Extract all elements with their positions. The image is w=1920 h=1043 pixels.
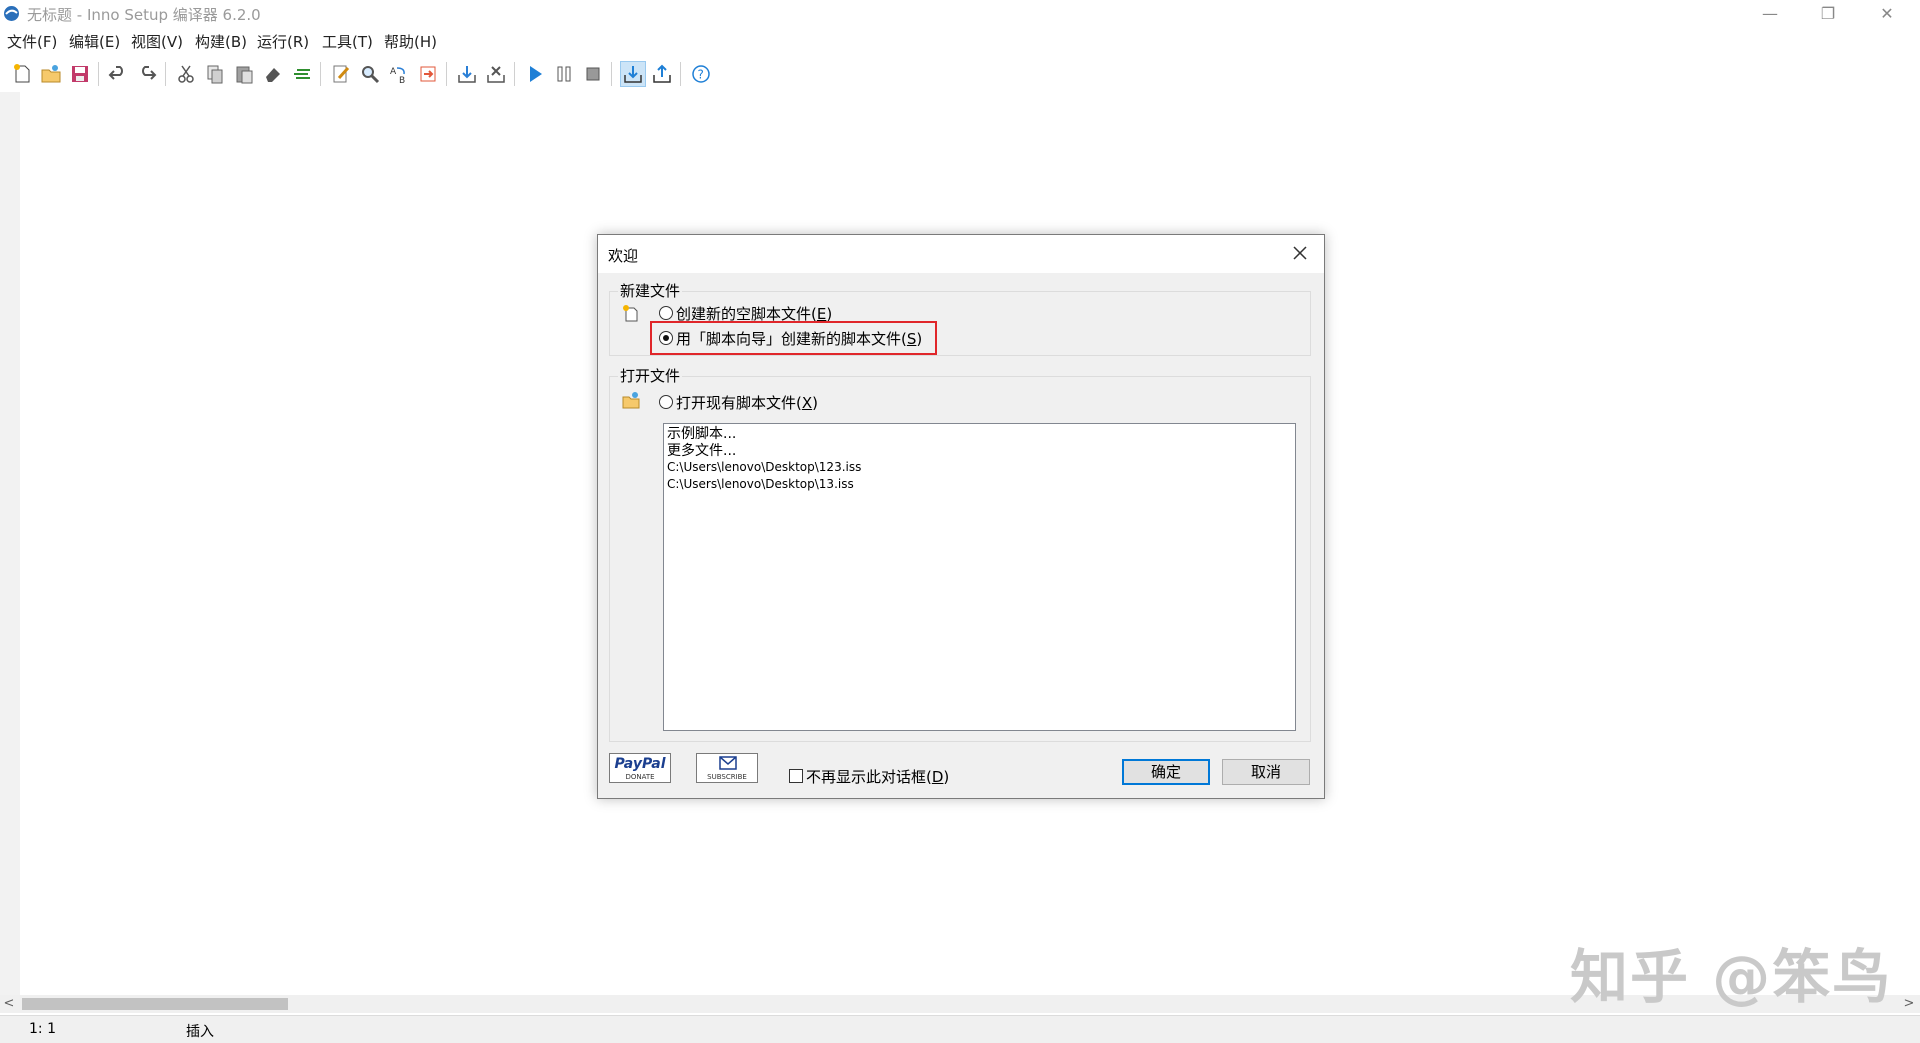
indent-icon[interactable] bbox=[290, 62, 314, 86]
toolbar-separator bbox=[320, 62, 321, 86]
open-file-group-label: 打开文件 bbox=[618, 365, 683, 386]
cancel-button[interactable]: 取消 bbox=[1222, 759, 1310, 785]
highlight-box bbox=[650, 321, 937, 355]
dont-show-label[interactable]: 不再显示此对话框(D) bbox=[806, 766, 949, 787]
restore-button[interactable]: ❐ bbox=[1799, 0, 1857, 28]
dialog-title-bar: 欢迎 bbox=[598, 235, 1324, 273]
undo-icon[interactable] bbox=[106, 62, 130, 86]
recent-files-list[interactable]: 示例脚本... 更多文件... C:\Users\lenovo\Desktop\… bbox=[663, 423, 1296, 731]
goto-icon[interactable] bbox=[416, 62, 440, 86]
scroll-left-arrow[interactable]: < bbox=[0, 995, 18, 1013]
paste-icon[interactable] bbox=[232, 62, 256, 86]
compile-icon[interactable] bbox=[455, 62, 479, 86]
insert-mode: 插入 bbox=[186, 1024, 214, 1040]
toolbar-separator bbox=[446, 62, 447, 86]
menu-help[interactable]: 帮助(H) bbox=[384, 31, 437, 52]
open-existing-radio[interactable] bbox=[659, 395, 673, 409]
open-folder-icon bbox=[622, 392, 640, 409]
open-file-icon[interactable] bbox=[39, 62, 63, 86]
list-item-more-files[interactable]: 更多文件... bbox=[667, 443, 1292, 460]
ok-button[interactable]: 确定 bbox=[1122, 759, 1210, 785]
export-icon[interactable] bbox=[650, 62, 674, 86]
new-file-group-label: 新建文件 bbox=[618, 280, 683, 301]
menu-build[interactable]: 构建(B) bbox=[195, 31, 247, 52]
close-icon[interactable] bbox=[1288, 241, 1312, 265]
cursor-position: 1: 1 bbox=[29, 1021, 56, 1037]
copy-icon[interactable] bbox=[203, 62, 227, 86]
menu-run[interactable]: 运行(R) bbox=[257, 31, 309, 52]
title-bar: 无标题 - Inno Setup 编译器 6.2.0 — ❐ ✕ bbox=[0, 0, 1920, 28]
subscribe-button[interactable]: SUBSCRIBE bbox=[696, 753, 758, 783]
dont-show-checkbox[interactable] bbox=[789, 769, 803, 783]
save-icon[interactable] bbox=[68, 62, 92, 86]
svg-text:B: B bbox=[399, 76, 405, 86]
status-bar: 1: 1 插入 bbox=[0, 1015, 1920, 1043]
toolbar-separator bbox=[165, 62, 166, 86]
welcome-dialog: 欢迎 新建文件 创建新的空脚本文件(E) 用「脚本向导」创建新的脚本文件(S) … bbox=[597, 234, 1325, 799]
menu-bar: 文件(F) 编辑(E) 视图(V) 构建(B) 运行(R) 工具(T) 帮助(H… bbox=[0, 29, 1920, 53]
list-item-recent-file[interactable]: C:\Users\lenovo\Desktop\13.iss bbox=[667, 476, 1292, 493]
menu-view[interactable]: 视图(V) bbox=[131, 31, 183, 52]
window-title: 无标题 - Inno Setup 编译器 6.2.0 bbox=[27, 6, 261, 24]
run-icon[interactable] bbox=[523, 62, 547, 86]
open-existing-label[interactable]: 打开现有脚本文件(X) bbox=[676, 392, 818, 413]
toolbar: AB ? bbox=[0, 56, 1920, 90]
menu-file[interactable]: 文件(F) bbox=[7, 31, 57, 52]
minimize-button[interactable]: — bbox=[1741, 0, 1799, 28]
erase-icon[interactable] bbox=[261, 62, 285, 86]
list-item-recent-file[interactable]: C:\Users\lenovo\Desktop\123.iss bbox=[667, 459, 1292, 476]
subscribe-caption: SUBSCRIBE bbox=[707, 773, 747, 781]
menu-tools[interactable]: 工具(T) bbox=[322, 31, 373, 52]
inno-setup-app-icon bbox=[4, 6, 19, 21]
new-file-icon[interactable] bbox=[10, 62, 34, 86]
find-icon[interactable] bbox=[358, 62, 382, 86]
toolbar-separator bbox=[514, 62, 515, 86]
svg-text:?: ? bbox=[698, 68, 704, 82]
toolbar-separator bbox=[611, 62, 612, 86]
new-file-icon bbox=[623, 305, 638, 322]
help-icon[interactable]: ? bbox=[689, 62, 713, 86]
menu-edit[interactable]: 编辑(E) bbox=[69, 31, 120, 52]
scroll-thumb[interactable] bbox=[22, 998, 288, 1010]
edit-icon[interactable] bbox=[329, 62, 353, 86]
empty-script-radio[interactable] bbox=[659, 306, 673, 320]
toolbar-separator bbox=[680, 62, 681, 86]
cut-icon[interactable] bbox=[174, 62, 198, 86]
toolbar-separator bbox=[98, 62, 99, 86]
watermark: 知乎 @笨鸟 bbox=[1570, 943, 1893, 1011]
envelope-icon bbox=[719, 756, 737, 770]
paypal-donate-button[interactable]: PayPal DONATE bbox=[609, 753, 671, 783]
replace-icon[interactable]: AB bbox=[387, 62, 411, 86]
list-item-examples[interactable]: 示例脚本... bbox=[667, 426, 1292, 443]
dialog-title: 欢迎 bbox=[608, 247, 639, 265]
stop-icon[interactable] bbox=[581, 62, 605, 86]
close-window-button[interactable]: ✕ bbox=[1858, 0, 1916, 28]
target-icon[interactable] bbox=[620, 61, 646, 87]
redo-icon[interactable] bbox=[135, 62, 159, 86]
editor-gutter bbox=[0, 92, 20, 996]
scroll-right-arrow[interactable]: > bbox=[1900, 995, 1918, 1013]
stop-compile-icon[interactable] bbox=[484, 62, 508, 86]
donate-caption: DONATE bbox=[625, 773, 655, 781]
pause-icon[interactable] bbox=[552, 62, 576, 86]
paypal-logo: PayPal bbox=[614, 756, 666, 772]
svg-text:A: A bbox=[390, 67, 397, 77]
